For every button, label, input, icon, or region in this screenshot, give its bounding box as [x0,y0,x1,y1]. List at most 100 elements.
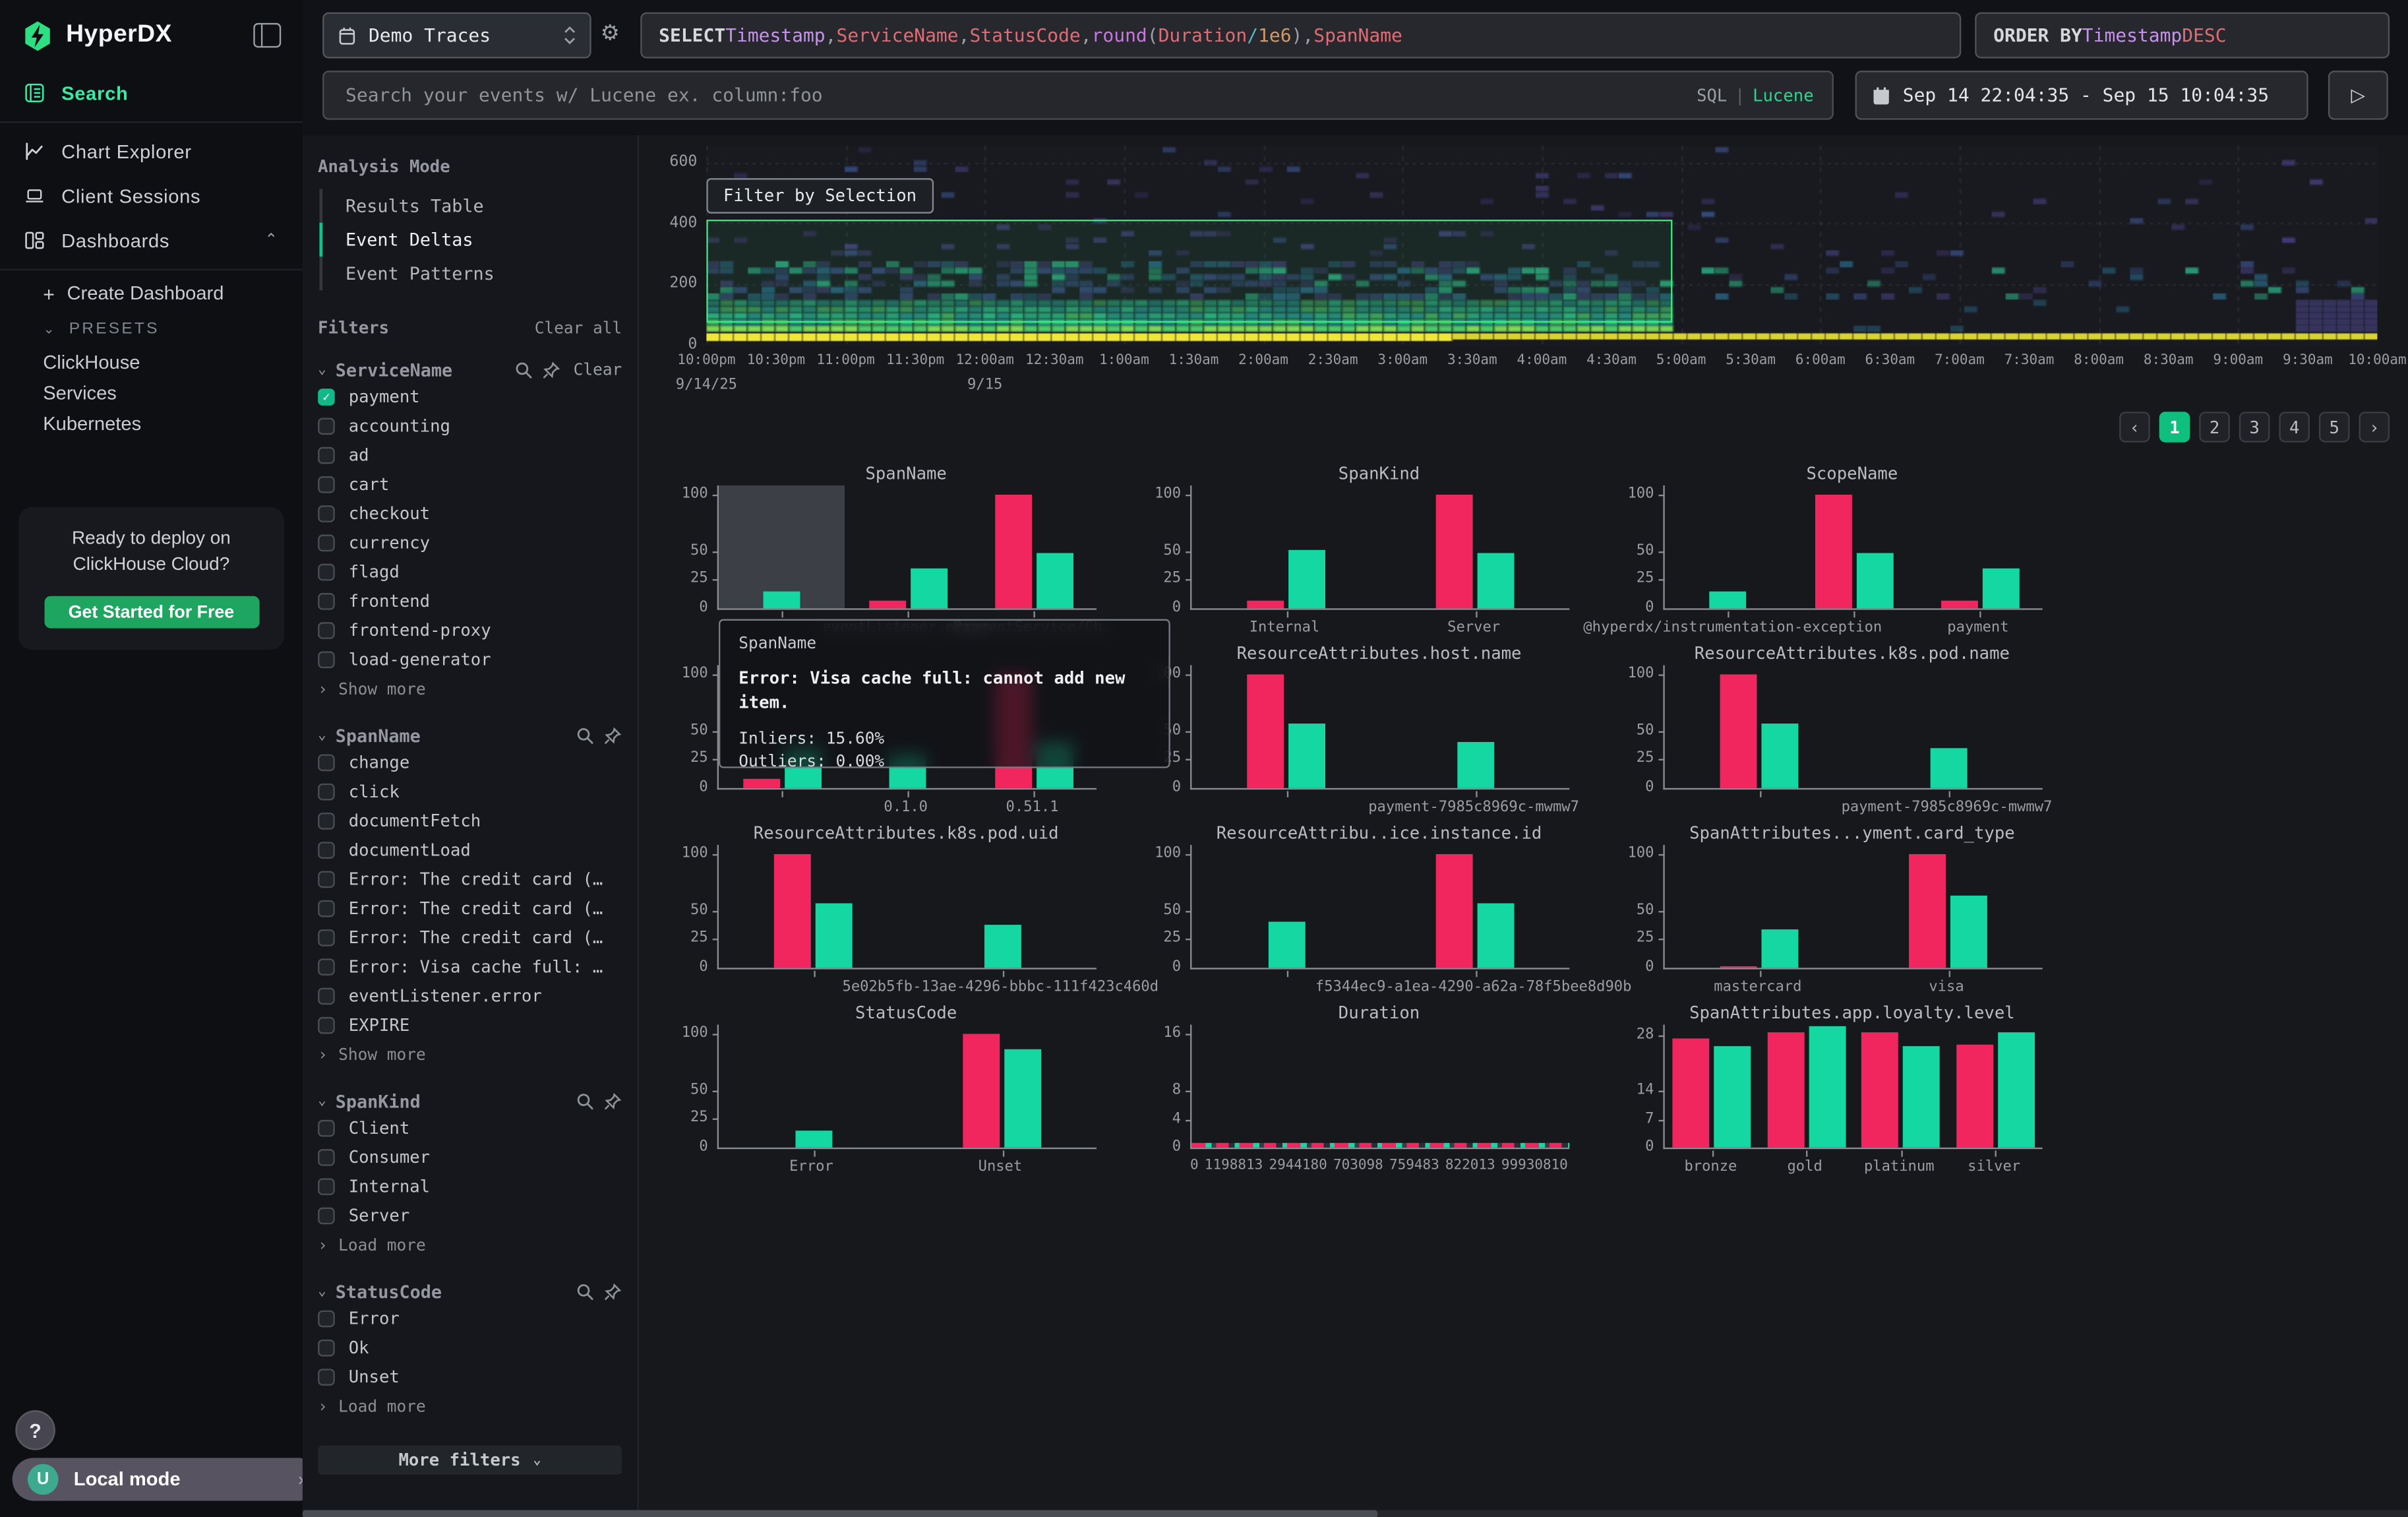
gear-icon[interactable]: ⚙ [601,22,620,46]
bar-outlier[interactable] [994,495,1031,608]
checkbox[interactable] [318,987,335,1004]
scrollbar-thumb[interactable] [303,1510,1377,1517]
sidebar-collapse-icon[interactable] [253,23,281,47]
bar-inlier[interactable] [1288,550,1325,608]
filter-checkbox-row[interactable]: EXPIRE [318,1011,622,1039]
bar-outlier[interactable] [774,854,811,968]
bar-inlier[interactable] [1950,896,1987,968]
checkbox[interactable] [318,841,335,858]
filter-section-name[interactable]: ServiceName [336,359,506,381]
pagination-page-2[interactable]: 2 [2199,412,2230,443]
filter-checkbox-row[interactable]: Error [318,1304,622,1332]
bar-outlier[interactable] [1767,1033,1804,1148]
bar-outlier[interactable] [1720,966,1757,968]
filter-checkbox-row[interactable]: frontend [318,587,622,615]
checkbox[interactable] [318,1339,335,1356]
bar-inlier[interactable] [1903,1047,1940,1148]
bar-inlier[interactable] [1036,553,1073,609]
bar-inlier[interactable] [1709,591,1746,608]
help-button[interactable]: ? [15,1410,55,1450]
bar-inlier[interactable] [1856,553,1893,609]
checkbox[interactable] [318,753,335,770]
sidebar-presets-toggle[interactable]: ⌄ PRESETS [0,310,303,347]
analysis-mode-results-table[interactable]: Results Table [319,189,622,222]
filter-checkbox-row[interactable]: click [318,778,622,805]
search-icon[interactable] [576,1092,594,1111]
checkbox[interactable] [318,505,335,522]
show-more-button[interactable]: › Load more [318,1232,622,1260]
clear-all-button[interactable]: Clear all [535,319,622,338]
search-icon[interactable] [515,361,533,379]
bar-outlier[interactable] [1436,495,1473,608]
sidebar-preset-clickhouse[interactable]: ClickHouse [0,347,303,378]
account-menu[interactable]: U Local mode › [13,1458,320,1501]
checkbox[interactable] [318,783,335,800]
checkbox[interactable] [318,417,335,434]
checkbox[interactable] [318,1148,335,1165]
filter-section-clear-button[interactable]: Clear [574,361,622,379]
chevron-down-icon[interactable]: ⌄ [318,728,326,743]
filter-checkbox-row[interactable]: frontend-proxy [318,616,622,644]
filter-section-name[interactable]: SpanKind [336,1091,567,1113]
bar-inlier[interactable] [1288,723,1325,788]
filter-checkbox-row[interactable]: Unset [318,1363,622,1390]
run-query-button[interactable]: ▷ [2328,71,2388,120]
filter-checkbox-row[interactable]: currency [318,528,622,556]
pagination-page-1[interactable]: 1 [2159,412,2190,443]
checkbox[interactable] [318,650,335,667]
filter-checkbox-row[interactable]: Ok [318,1334,622,1361]
pagination-page-3[interactable]: 3 [2239,412,2270,443]
more-filters-button[interactable]: More filters ⌄ [318,1446,622,1475]
sidebar-item-chart-explorer[interactable]: Chart Explorer [0,129,303,174]
filter-checkbox-row[interactable]: Error: The credit card (… [318,865,622,892]
bar-inlier[interactable] [816,903,853,968]
sidebar-item-search[interactable]: Search [0,71,303,115]
sidebar-preset-services[interactable]: Services [0,378,303,409]
show-more-button[interactable]: › Show more [318,676,622,704]
filter-checkbox-row[interactable]: ad [318,441,622,468]
filter-checkbox-row[interactable]: documentLoad [318,836,622,863]
filter-by-selection-button[interactable]: Filter by Selection [706,178,933,214]
bar-inlier[interactable] [1478,903,1515,968]
filter-checkbox-row[interactable]: documentFetch [318,807,622,834]
bar-outlier[interactable] [1909,854,1946,968]
bar-inlier[interactable] [1761,929,1798,968]
checkbox[interactable] [318,870,335,887]
checkbox[interactable] [318,1207,335,1224]
filter-checkbox-row[interactable]: checkout [318,499,622,527]
filter-checkbox-row[interactable]: ✓ payment [318,383,622,410]
search-icon[interactable] [576,727,594,745]
bar-outlier[interactable] [1815,495,1851,608]
sidebar-preset-kubernetes[interactable]: Kubernetes [0,409,303,440]
bar-outlier[interactable] [1861,1033,1898,1148]
filter-checkbox-row[interactable]: Internal [318,1172,622,1200]
show-more-button[interactable]: › Load more [318,1393,622,1421]
bar-inlier[interactable] [1457,743,1493,788]
bar-outlier[interactable] [742,779,779,788]
pagination-page-4[interactable]: 4 [2279,412,2310,443]
checkbox[interactable] [318,563,335,580]
pagination-prev-button[interactable]: ‹ [2119,412,2150,443]
filter-checkbox-row[interactable]: flagd [318,557,622,585]
bar-outlier[interactable] [1247,600,1284,608]
bar-inlier[interactable] [1714,1047,1751,1148]
search-input[interactable] [342,83,1697,108]
filter-checkbox-row[interactable]: Consumer [318,1143,622,1171]
filter-checkbox-row[interactable]: Server [318,1201,622,1229]
sql-toggle[interactable]: SQL [1697,85,1727,105]
get-started-button[interactable]: Get Started for Free [44,596,258,629]
checkbox[interactable] [318,1119,335,1136]
order-by-input[interactable]: ORDER BY Timestamp DESC [1975,13,2390,59]
bar-inlier[interactable] [1761,723,1798,788]
filter-checkbox-row[interactable]: Error: The credit card (… [318,923,622,951]
bar-outlier[interactable] [868,600,905,608]
checkbox[interactable] [318,447,335,464]
bar-outlier[interactable] [1247,674,1284,788]
sidebar-item-dashboards[interactable]: Dashboards ⌃ [0,218,303,263]
lucene-toggle[interactable]: Lucene [1753,85,1814,105]
checkbox[interactable] [318,534,335,551]
date-range-picker[interactable]: Sep 14 22:04:35 - Sep 15 10:04:35 [1855,71,2308,120]
source-select[interactable]: Demo Traces [322,13,591,59]
bar-inlier[interactable] [1930,748,1967,788]
pin-icon[interactable] [603,1092,622,1111]
